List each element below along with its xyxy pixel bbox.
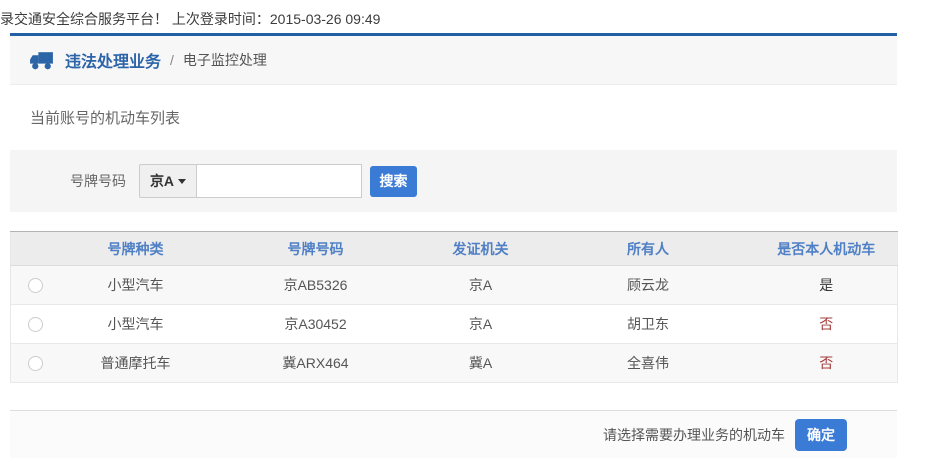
- chevron-down-icon: [178, 179, 186, 184]
- search-button[interactable]: 搜索: [370, 166, 417, 197]
- breadcrumb-separator: /: [170, 52, 174, 68]
- table-row: 小型汽车 京AB5326 京A 顾云龙 是: [11, 266, 898, 305]
- authority-cell: 京A: [421, 266, 541, 305]
- column-header-is-own: 是否本人机动车: [756, 232, 898, 266]
- plate-type-cell: 小型汽车: [61, 305, 211, 344]
- is-own-cell: 否: [756, 305, 898, 344]
- column-header-plate-number: 号牌号码: [211, 232, 421, 266]
- welcome-banner: 录交通安全综合服务平台！ 上次登录时间：2015-03-26 09:49: [0, 0, 925, 33]
- search-bar: 号牌号码 京A 搜索: [10, 150, 897, 212]
- owner-cell: 全喜伟: [541, 344, 756, 383]
- table-header-row: 号牌种类 号牌号码 发证机关 所有人 是否本人机动车: [11, 232, 898, 266]
- breadcrumb: 违法处理业务 / 电子监控处理: [10, 33, 897, 85]
- vehicle-radio[interactable]: [28, 356, 43, 371]
- breadcrumb-section[interactable]: 违法处理业务: [65, 48, 161, 72]
- column-header-plate-type: 号牌种类: [61, 232, 211, 266]
- select-vehicle-prompt: 请选择需要办理业务的机动车: [603, 425, 785, 445]
- plate-type-cell: 小型汽车: [61, 266, 211, 305]
- plate-prefix-value: 京A: [150, 171, 174, 191]
- breadcrumb-current: 电子监控处理: [183, 50, 267, 70]
- vehicle-radio[interactable]: [28, 317, 43, 332]
- authority-cell: 京A: [421, 305, 541, 344]
- plate-number-input[interactable]: [197, 164, 362, 198]
- footer-action-bar: 请选择需要办理业务的机动车 确定: [10, 410, 897, 458]
- plate-prefix-dropdown[interactable]: 京A: [139, 164, 197, 198]
- authority-cell: 冀A: [421, 344, 541, 383]
- column-header-authority: 发证机关: [421, 232, 541, 266]
- is-own-cell: 否: [756, 344, 898, 383]
- column-header-owner: 所有人: [541, 232, 756, 266]
- table-row: 普通摩托车 冀ARX464 冀A 全喜伟 否: [11, 344, 898, 383]
- owner-cell: 胡卫东: [541, 305, 756, 344]
- table-row: 小型汽车 京A30452 京A 胡卫东 否: [11, 305, 898, 344]
- plate-number-cell: 京A30452: [211, 305, 421, 344]
- select-column-header: [11, 232, 61, 266]
- plate-number-label: 号牌号码: [70, 171, 126, 191]
- welcome-text: 录交通安全综合服务平台！ 上次登录时间：2015-03-26 09:49: [0, 11, 380, 27]
- confirm-button[interactable]: 确定: [795, 419, 847, 451]
- radio-cell: [11, 344, 61, 383]
- vehicle-table: 号牌种类 号牌号码 发证机关 所有人 是否本人机动车 小型汽车 京AB5326 …: [10, 231, 898, 383]
- plate-search-group: 京A: [139, 164, 362, 198]
- radio-cell: [11, 305, 61, 344]
- page-title: 当前账号的机动车列表: [30, 107, 897, 128]
- owner-cell: 顾云龙: [541, 266, 756, 305]
- plate-number-cell: 京AB5326: [211, 266, 421, 305]
- vehicle-radio[interactable]: [28, 278, 43, 293]
- radio-cell: [11, 266, 61, 305]
- truck-icon: [28, 51, 55, 70]
- main-container: 违法处理业务 / 电子监控处理 当前账号的机动车列表 号牌号码 京A 搜索 号牌…: [10, 33, 897, 458]
- is-own-cell: 是: [756, 266, 898, 305]
- plate-number-cell: 冀ARX464: [211, 344, 421, 383]
- plate-type-cell: 普通摩托车: [61, 344, 211, 383]
